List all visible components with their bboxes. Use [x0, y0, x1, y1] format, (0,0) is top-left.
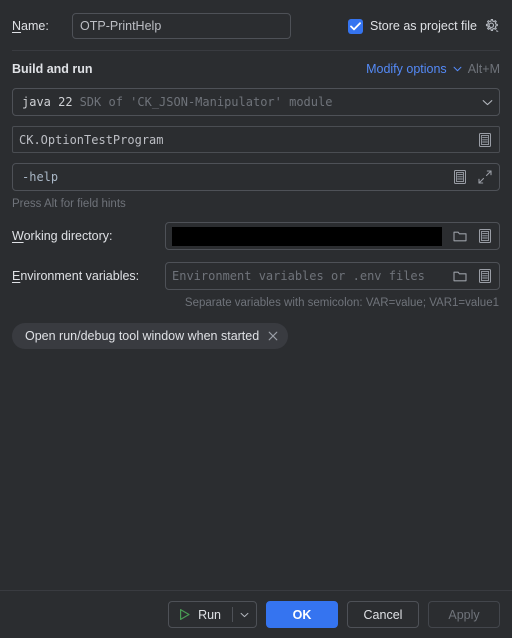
apply-button: Apply	[428, 601, 500, 628]
working-directory-redaction	[172, 226, 442, 246]
environment-variables-label: Environment variables:	[12, 269, 165, 283]
working-directory-label-rest: orking directory:	[23, 229, 113, 243]
section-separator	[12, 50, 500, 51]
play-icon	[180, 609, 190, 620]
program-arguments-icons	[444, 169, 493, 185]
name-input-value: OTP-PrintHelp	[80, 19, 162, 33]
store-as-project-file-label: Store as project file	[370, 19, 477, 33]
folder-icon[interactable]	[452, 268, 468, 284]
build-and-run-title: Build and run	[12, 62, 93, 76]
modify-options-link[interactable]: Modify options	[366, 62, 447, 76]
list-document-icon[interactable]	[477, 268, 493, 284]
run-button-label: Run	[198, 607, 221, 622]
environment-variables-row: Environment variables: Environment varia…	[12, 262, 500, 290]
working-directory-input[interactable]	[165, 222, 500, 250]
program-arguments-value: -help	[22, 170, 59, 184]
modify-options-shortcut: Alt+M	[467, 62, 500, 76]
store-as-project-file-checkbox[interactable]	[348, 18, 363, 34]
sdk-combobox[interactable]: java 22 SDK of 'CK_JSON-Manipulator' mod…	[12, 88, 500, 116]
environment-variables-hint: Separate variables with semicolon: VAR=v…	[184, 297, 499, 309]
list-document-icon[interactable]	[477, 228, 493, 244]
environment-variables-placeholder: Environment variables or .env files	[172, 269, 425, 283]
chevron-down-icon	[240, 612, 249, 617]
main-class-value: CK.OptionTestProgram	[19, 132, 164, 147]
store-as-project-file-group: Store as project file	[348, 18, 500, 34]
main-class-icons	[469, 132, 493, 148]
dialog-content: Name: OTP-PrintHelp Store as project fil…	[0, 0, 512, 590]
run-split-button: Run	[168, 601, 257, 628]
working-directory-mnemonic: W	[12, 229, 24, 243]
program-arguments-input[interactable]: -help	[12, 163, 500, 191]
name-label-rest: ame:	[21, 19, 49, 33]
run-dropdown-button[interactable]	[233, 602, 256, 627]
option-chips: Open run/debug tool window when started	[12, 323, 500, 349]
close-icon[interactable]	[268, 331, 278, 341]
name-label: Name:	[12, 19, 72, 33]
build-and-run-header: Build and run Modify options Alt+M	[12, 56, 500, 82]
environment-variables-icons	[444, 268, 493, 284]
run-configuration-dialog: Name: OTP-PrintHelp Store as project fil…	[0, 0, 512, 638]
gear-icon[interactable]	[484, 18, 500, 34]
folder-icon[interactable]	[452, 228, 468, 244]
sdk-description: SDK of 'CK_JSON-Manipulator' module	[79, 95, 333, 109]
environment-variables-input[interactable]: Environment variables or .env files	[165, 262, 500, 290]
ok-button[interactable]: OK	[266, 601, 338, 628]
option-chip-label: Open run/debug tool window when started	[25, 329, 260, 343]
sdk-name: java 22	[22, 95, 73, 109]
checkmark-icon	[350, 21, 361, 30]
option-chip-open-run-debug-tool-window[interactable]: Open run/debug tool window when started	[12, 323, 289, 349]
expand-icon[interactable]	[477, 169, 493, 185]
working-directory-row: Working directory:	[12, 222, 500, 250]
environment-variables-label-rest: nvironment variables:	[20, 269, 140, 283]
name-row: Name: OTP-PrintHelp Store as project fil…	[12, 9, 500, 43]
name-input[interactable]: OTP-PrintHelp	[72, 13, 291, 39]
dialog-footer: Run OK Cancel Apply	[0, 591, 512, 638]
main-class-input[interactable]: CK.OptionTestProgram	[12, 126, 500, 153]
working-directory-label: Working directory:	[12, 229, 165, 243]
run-button[interactable]: Run	[169, 602, 232, 627]
working-directory-icons	[444, 228, 493, 244]
chevron-down-icon[interactable]	[482, 99, 493, 106]
name-label-mnemonic: N	[12, 19, 22, 33]
cancel-button[interactable]: Cancel	[347, 601, 419, 628]
modify-options-group: Modify options Alt+M	[366, 62, 500, 76]
field-hints-text: Press Alt for field hints	[12, 198, 126, 210]
list-document-icon[interactable]	[452, 169, 468, 185]
list-document-icon[interactable]	[477, 132, 493, 148]
chevron-down-icon[interactable]	[453, 66, 462, 72]
